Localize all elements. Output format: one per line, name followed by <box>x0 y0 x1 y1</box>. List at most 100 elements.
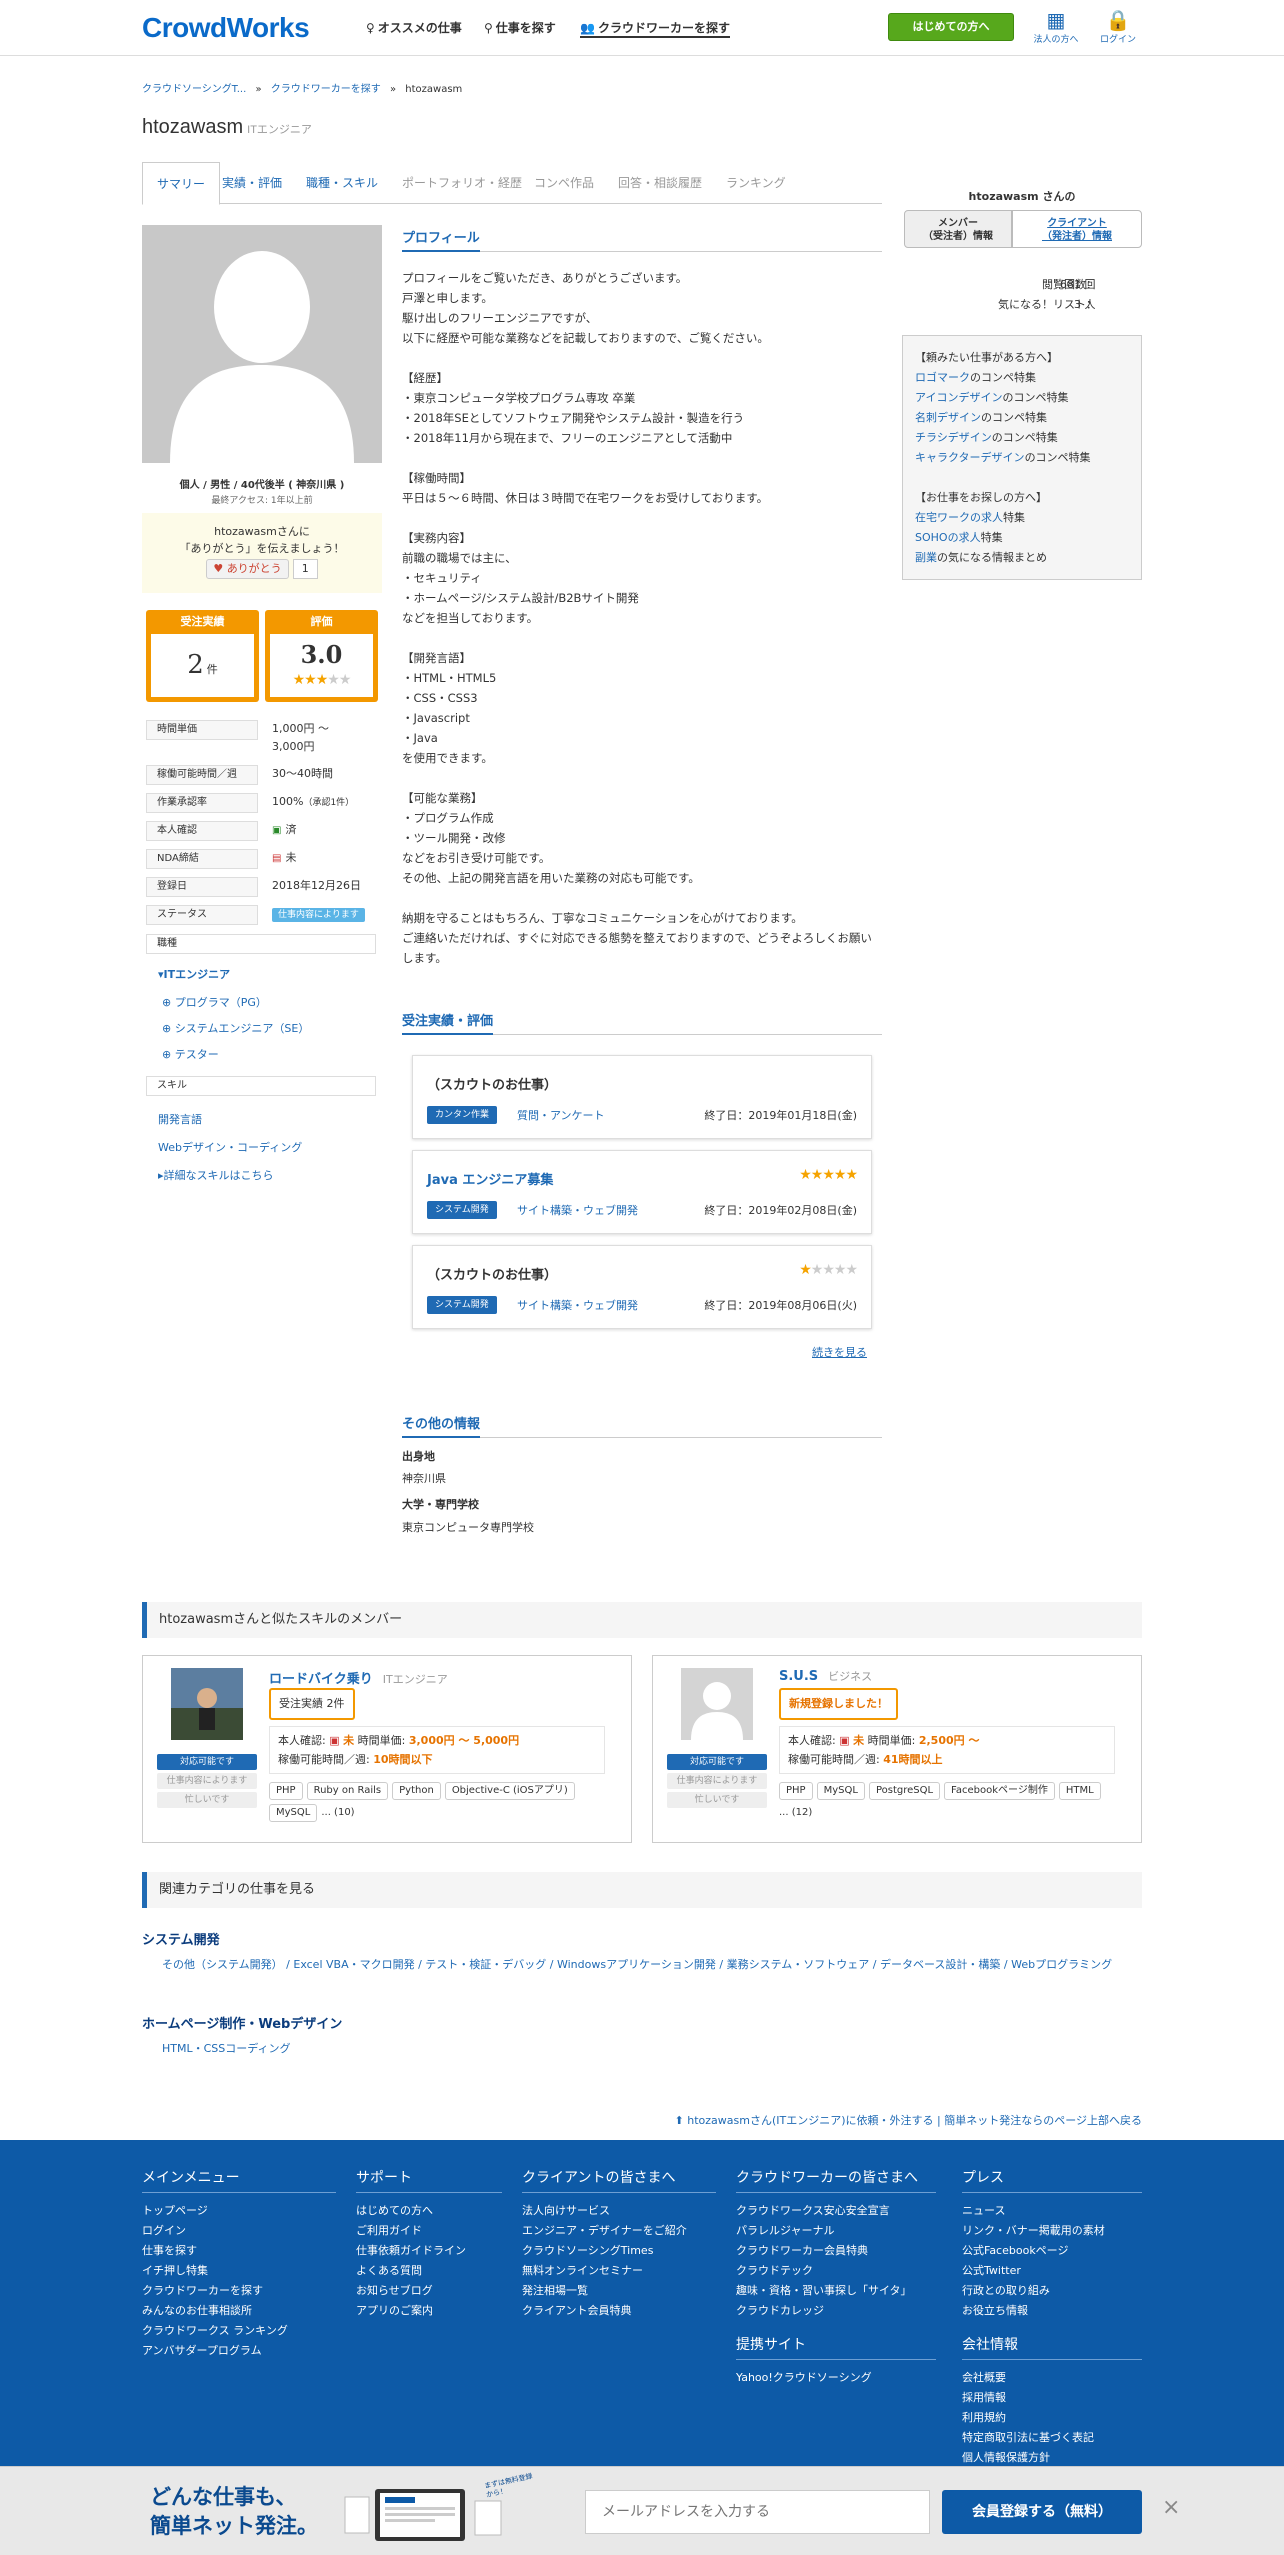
recommend-link[interactable]: キャラクターデザインのコンペ特集 <box>915 448 1129 468</box>
footer-link[interactable]: クラウドワークス安心安全宣言 <box>736 2201 936 2221</box>
footer-link[interactable]: 採用情報 <box>962 2388 1142 2408</box>
category-title[interactable]: システム開発 <box>142 1929 220 1948</box>
footer-link[interactable]: 特定商取引法に基づく表記 <box>962 2428 1142 2448</box>
register-button[interactable]: 会員登録する（無料） <box>942 2490 1142 2534</box>
tab-member-info[interactable]: メンバー （受注者）情報 <box>904 210 1012 248</box>
tab-client-info[interactable]: クライアント （発注者）情報 <box>1012 210 1142 248</box>
tab-skills[interactable]: 職種・スキル <box>292 162 392 204</box>
member-card[interactable]: 対応可能です 仕事内容によります 忙しいです ロードバイク乗り ITエンジニア 受… <box>142 1655 632 1843</box>
footer-link[interactable]: アンバサダープログラム <box>142 2341 336 2361</box>
recommend-link[interactable]: ロゴマークのコンペ特集 <box>915 368 1129 388</box>
footer-link[interactable]: よくある質問 <box>356 2261 502 2281</box>
view-count: 681 回 <box>1060 278 1096 291</box>
member-badge: 新規登録しました！ <box>779 1688 898 1720</box>
skill-item[interactable]: 開発言語 <box>158 1111 202 1127</box>
corporate-link[interactable]: ▦ 法人の方へ <box>1028 8 1084 45</box>
recommend-link[interactable]: チラシデザインのコンペ特集 <box>915 428 1129 448</box>
footer-link[interactable]: 法人向けサービス <box>522 2201 716 2221</box>
category-title[interactable]: ホームページ制作・Webデザイン <box>142 2013 342 2032</box>
crowdworks-logo[interactable]: CrowdWorks <box>142 12 310 44</box>
job-type-main[interactable]: ▾ITエンジニア <box>158 966 230 982</box>
footer-link[interactable]: 公式Twitter <box>962 2261 1142 2281</box>
footer-link[interactable]: クラウドワーカー会員特典 <box>736 2241 936 2261</box>
tab-ranking[interactable]: ランキング <box>712 162 800 204</box>
footer-link[interactable]: トップページ <box>142 2201 336 2221</box>
job-type-item[interactable]: ⊕ システムエンジニア（SE） <box>162 1020 309 1036</box>
footer-link[interactable]: 公式Facebookページ <box>962 2241 1142 2261</box>
tab-results[interactable]: 実績・評価 <box>208 162 296 204</box>
skill-more-link[interactable]: ▸詳細なスキルはこちら <box>158 1167 274 1183</box>
footer-link[interactable]: クラウドワーカーを探す <box>142 2281 336 2301</box>
job-type-item[interactable]: ⊕ テスター <box>162 1046 219 1062</box>
footer-link[interactable]: クラウドカレッジ <box>736 2301 936 2321</box>
nav-find-jobs[interactable]: ⚲ 仕事を探す <box>484 19 556 36</box>
footer-link[interactable]: はじめての方へ <box>356 2201 502 2221</box>
footer-link[interactable]: 発注相場一覧 <box>522 2281 716 2301</box>
footer-link[interactable]: お知らせブログ <box>356 2281 502 2301</box>
skill-item[interactable]: Webデザイン・コーディング <box>158 1139 302 1155</box>
tab-contest[interactable]: コンペ作品 <box>520 162 608 204</box>
job-category[interactable]: 質問・アンケート <box>517 1107 605 1123</box>
footer-link[interactable]: お役立ち情報 <box>962 2301 1142 2321</box>
job-rating-stars: ★★★★★ <box>799 1167 858 1183</box>
job-category[interactable]: サイト構築・ウェブ開発 <box>517 1297 638 1313</box>
category-links[interactable]: HTML・CSSコーディング <box>162 2039 1142 2058</box>
member-name[interactable]: S.U.S ビジネス <box>779 1668 872 1684</box>
footer-link[interactable]: エンジニア・デザイナーをご紹介 <box>522 2221 716 2241</box>
header: CrowdWorks ♀ オススメの仕事 ⚲ 仕事を探す 👥 クラウドワーカーを探す … <box>0 0 1284 56</box>
footer: メインメニュー トップページ ログイン 仕事を探す イチ押し特集 クラウドワーカ… <box>0 2140 1284 2470</box>
footer-link[interactable]: ご利用ガイド <box>356 2221 502 2241</box>
footer-link[interactable]: クライアント会員特典 <box>522 2301 716 2321</box>
footer-link[interactable]: 利用規約 <box>962 2408 1142 2428</box>
member-card[interactable]: 対応可能です 仕事内容によります 忙しいです S.U.S ビジネス 新規登録しまし… <box>652 1655 1142 1843</box>
footer-link[interactable]: 会社概要 <box>962 2368 1142 2388</box>
tab-answers[interactable]: 回答・相談履歴 <box>604 162 716 204</box>
job-category[interactable]: サイト構築・ウェブ開発 <box>517 1202 638 1218</box>
footer-link[interactable]: クラウドテック <box>736 2261 936 2281</box>
footer-link[interactable]: アプリのご案内 <box>356 2301 502 2321</box>
page-top-link[interactable]: ⬆ htozawasmさん(ITエンジニア)に依頼・外注する | 簡単ネット発注… <box>675 2112 1142 2128</box>
breadcrumb-item[interactable]: クラウドソーシングT... <box>142 84 246 95</box>
job-card[interactable]: （スカウトのお仕事） カンタン作業 質問・アンケート 終了日：2019年01月1… <box>412 1055 872 1139</box>
footer-link[interactable]: 仕事を探す <box>142 2241 336 2261</box>
job-type-item[interactable]: ⊕ プログラマ（PG） <box>162 994 267 1010</box>
nav-find-workers[interactable]: 👥 クラウドワーカーを探す <box>580 19 730 38</box>
job-card[interactable]: Java エンジニア募集 ★★★★★ システム開発 サイト構築・ウェブ開発 終了… <box>412 1150 872 1234</box>
footer-link[interactable]: 行政との取り組み <box>962 2281 1142 2301</box>
thanks-button[interactable]: ♥ ありがとう <box>206 559 289 579</box>
recommend-link[interactable]: アイコンデザインのコンペ特集 <box>915 388 1129 408</box>
footer-link[interactable]: ニュース <box>962 2201 1142 2221</box>
tab-portfolio[interactable]: ポートフォリオ・経歴 <box>388 162 536 204</box>
footer-link[interactable]: クラウドワークス ランキング <box>142 2321 336 2341</box>
email-input[interactable] <box>585 2490 930 2534</box>
footer-column: クラウドワーカーの皆さまへ クラウドワークス安心安全宣言 パラレルジャーナル ク… <box>736 2168 936 2388</box>
job-card[interactable]: （スカウトのお仕事） ★★★★★ システム開発 サイト構築・ウェブ開発 終了日：… <box>412 1245 872 1329</box>
member-badge: 受注実績 2件 <box>269 1688 355 1720</box>
footer-link[interactable]: イチ押し特集 <box>142 2261 336 2281</box>
footer-link[interactable]: 仕事依頼ガイドライン <box>356 2241 502 2261</box>
category-links[interactable]: その他（システム開発） / Excel VBA・マクロ開発 / テスト・検証・デ… <box>162 1955 1142 1974</box>
breadcrumb-item[interactable]: クラウドワーカーを探す <box>271 84 381 95</box>
nav-recommended[interactable]: ♀ オススメの仕事 <box>366 19 462 36</box>
more-works-link[interactable]: 続きを見る <box>812 1344 867 1360</box>
footer-link[interactable]: パラレルジャーナル <box>736 2221 936 2241</box>
footer-link[interactable]: ログイン <box>142 2221 336 2241</box>
close-icon[interactable]: × <box>1162 2495 1180 2520</box>
footer-link[interactable]: 個人情報保護方針 <box>962 2448 1142 2468</box>
laptop-illustration: まずは無料登録から！ <box>335 2472 535 2547</box>
footer-link[interactable]: 趣味・資格・習い事探し「サイタ」 <box>736 2281 936 2301</box>
footer-link[interactable]: 無料オンラインセミナー <box>522 2261 716 2281</box>
demographics: 個人 / 男性 / 40代後半 ( 神奈川県 ) <box>179 480 345 491</box>
login-link[interactable]: 🔒 ログイン <box>1096 8 1140 45</box>
recommend-link[interactable]: 名刺デザインのコンペ特集 <box>915 408 1129 428</box>
member-name[interactable]: ロードバイク乗り ITエンジニア <box>269 1668 448 1687</box>
profile-heading: プロフィール <box>402 226 882 252</box>
recommend-link[interactable]: SOHOの求人特集 <box>915 528 1129 548</box>
footer-link[interactable]: リンク・バナー掲載用の素材 <box>962 2221 1142 2241</box>
recommend-link[interactable]: 在宅ワークの求人特集 <box>915 508 1129 528</box>
recommend-link[interactable]: 副業の気になる情報まとめ <box>915 548 1129 568</box>
footer-link[interactable]: みんなのお仕事相談所 <box>142 2301 336 2321</box>
footer-link[interactable]: Yahoo!クラウドソーシング <box>736 2368 936 2388</box>
start-guide-button[interactable]: はじめての方へ <box>888 13 1014 41</box>
footer-link[interactable]: クラウドソーシングTimes <box>522 2241 716 2261</box>
